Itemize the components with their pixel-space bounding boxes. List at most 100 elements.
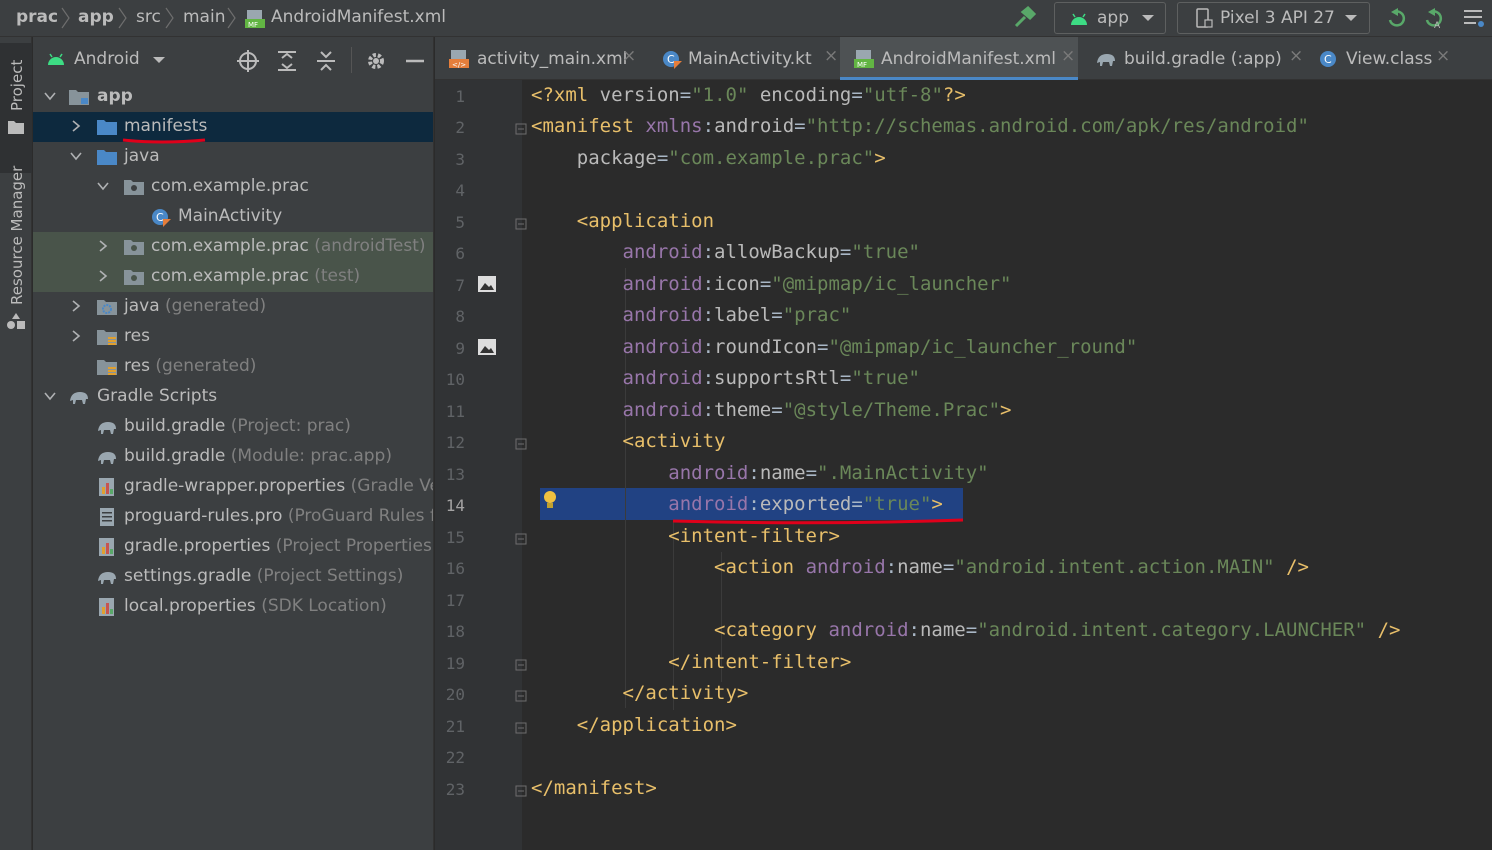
breadcrumb-main[interactable]: main (183, 7, 225, 27)
tab-activity-main-xml[interactable]: </> activity_main.xml × (435, 37, 639, 80)
select-opened-file-icon[interactable] (236, 49, 260, 73)
apply-code-changes-icon[interactable]: A (1422, 6, 1446, 30)
package-folder-icon (124, 180, 144, 195)
code-line[interactable]: <activity (531, 430, 726, 452)
tree-item-label: settings.gradle (Project Settings) (124, 566, 404, 586)
tab-label: View.class (1346, 49, 1433, 69)
fold-marker-icon[interactable] (515, 438, 527, 450)
breadcrumb-src[interactable]: src (136, 7, 161, 27)
sync-project-icon[interactable] (1462, 6, 1486, 30)
expand-all-icon[interactable] (275, 49, 299, 73)
code-line-current[interactable]: android:exported="true"> (531, 493, 943, 515)
project-tool-button[interactable]: Project (0, 43, 32, 173)
close-icon[interactable]: × (1436, 46, 1450, 66)
chevron-right-icon (72, 330, 81, 342)
code-line[interactable]: <application (531, 210, 714, 232)
tree-item-build-gradle-module[interactable]: build.gradle (Module: prac.app) (33, 442, 433, 472)
tree-item-gradle-wrapper[interactable]: gradle-wrapper.properties (Gradle Ver (33, 472, 433, 502)
gradle-elephant-icon (70, 392, 88, 404)
breadcrumb-project[interactable]: prac (16, 7, 58, 27)
code-line[interactable]: <intent-filter> (531, 525, 840, 547)
code-line[interactable]: </manifest> (531, 777, 657, 799)
resource-manager-tool-button[interactable]: Resource Manager (0, 165, 32, 335)
close-icon[interactable]: × (1061, 46, 1075, 66)
code-line[interactable]: <manifest xmlns:android="http://schemas.… (531, 115, 1309, 137)
code-line[interactable]: android:icon="@mipmap/ic_launcher" (531, 273, 1012, 295)
tree-item-mainactivity[interactable]: C MainActivity (33, 202, 433, 232)
code-line[interactable]: android:name=".MainActivity" (531, 462, 988, 484)
tree-item-build-gradle-project[interactable]: build.gradle (Project: prac) (33, 412, 433, 442)
gear-icon[interactable] (364, 49, 388, 73)
tree-item-java-generated[interactable]: java (generated) (33, 292, 433, 322)
tree-item-label: java (generated) (124, 296, 267, 316)
tree-item-local-properties[interactable]: local.properties (SDK Location) (33, 592, 433, 622)
code-line[interactable]: android:theme="@style/Theme.Prac"> (531, 399, 1012, 421)
view-mode-dropdown[interactable]: Android (45, 47, 185, 73)
fold-marker-icon[interactable] (515, 218, 527, 230)
tree-item-settings-gradle[interactable]: settings.gradle (Project Settings) (33, 562, 433, 592)
code-line[interactable]: <action android:name="android.intent.act… (531, 556, 1309, 578)
properties-file-icon (99, 598, 114, 616)
tab-build-gradle-app[interactable]: build.gradle (:app) × (1083, 37, 1307, 80)
code-line[interactable]: android:label="prac" (531, 304, 852, 326)
tree-item-label: com.example.prac (androidTest) (151, 236, 426, 256)
code-line[interactable]: android:allowBackup="true" (531, 241, 920, 263)
code-line[interactable]: android:supportsRtl="true" (531, 367, 920, 389)
close-icon[interactable]: × (1289, 46, 1303, 66)
code-line[interactable]: package="com.example.prac"> (531, 147, 886, 169)
tree-item-res[interactable]: res (33, 322, 433, 352)
tree-item-proguard-rules[interactable]: proguard-rules.pro (ProGuard Rules fo (33, 502, 433, 532)
tree-item-package-test[interactable]: com.example.prac (test) (33, 262, 433, 292)
fold-marker-icon[interactable] (515, 123, 527, 135)
breadcrumb-separator-icon (227, 7, 236, 29)
breadcrumb-module[interactable]: app (78, 7, 114, 27)
tree-item-app[interactable]: app (33, 82, 433, 112)
tree-item-label: build.gradle (Project: prac) (124, 416, 351, 436)
tree-item-gradle-scripts[interactable]: Gradle Scripts (33, 382, 433, 412)
tab-mainactivity-kt[interactable]: C MainActivity.kt × (649, 37, 841, 80)
chevron-right-icon (99, 270, 108, 282)
tree-item-package-androidtest[interactable]: com.example.prac (androidTest) (33, 232, 433, 262)
fold-marker-icon[interactable] (515, 533, 527, 545)
run-config-dropdown[interactable]: app (1054, 2, 1166, 34)
build-hammer-icon[interactable] (1012, 6, 1036, 30)
chevron-down-icon (1345, 15, 1357, 21)
code-line[interactable]: </application> (531, 714, 737, 736)
tree-item-label: gradle-wrapper.properties (Gradle Ver (124, 476, 433, 496)
breadcrumb-file[interactable]: AndroidManifest.xml (271, 7, 446, 27)
code-line[interactable]: <category android:name="android.intent.c… (531, 619, 1400, 641)
tab-androidmanifest-xml[interactable]: MF AndroidManifest.xml × (840, 37, 1078, 80)
tree-item-java[interactable]: java (33, 142, 433, 172)
code-line[interactable]: <?xml version="1.0" encoding="utf-8"?> (531, 84, 966, 106)
svg-text:C: C (1324, 53, 1332, 66)
close-icon[interactable]: × (622, 46, 636, 66)
tree-item-package[interactable]: com.example.prac (33, 172, 433, 202)
tree-item-res-generated[interactable]: res (generated) (33, 352, 433, 382)
code-line[interactable]: android:roundIcon="@mipmap/ic_launcher_r… (531, 336, 1138, 358)
line-number: 8 (455, 307, 465, 326)
properties-file-icon (99, 538, 114, 556)
device-dropdown[interactable]: Pixel 3 API 27 (1177, 2, 1370, 34)
fold-end-marker-icon[interactable] (515, 659, 527, 671)
hide-panel-icon[interactable] (404, 49, 426, 73)
tree-item-label: manifests (124, 116, 208, 136)
tab-view-class[interactable]: C View.class × (1307, 37, 1457, 80)
fold-end-marker-icon[interactable] (515, 722, 527, 734)
code-line[interactable]: </intent-filter> (531, 651, 851, 673)
image-preview-icon[interactable] (477, 275, 497, 293)
tree-item-manifests[interactable]: manifests (33, 112, 433, 144)
gradle-elephant-icon (98, 422, 116, 434)
android-icon (48, 53, 64, 65)
fold-end-marker-icon[interactable] (515, 690, 527, 702)
apply-changes-restart-icon[interactable] (1385, 6, 1409, 30)
tree-item-gradle-properties[interactable]: gradle.properties (Project Properties) (33, 532, 433, 562)
tree-item-label: app (97, 86, 133, 106)
gradle-elephant-icon (98, 452, 116, 464)
collapse-all-icon[interactable] (314, 49, 338, 73)
close-icon[interactable]: × (824, 46, 838, 66)
code-line[interactable]: </activity> (531, 682, 749, 704)
code-editor[interactable]: 1 2 3 4 5 6 7 8 9 10 11 12 13 14 15 16 1… (435, 80, 1492, 850)
fold-end-marker-icon[interactable] (515, 785, 527, 797)
image-preview-icon[interactable] (477, 338, 497, 356)
tree-item-label: local.properties (SDK Location) (124, 596, 387, 616)
